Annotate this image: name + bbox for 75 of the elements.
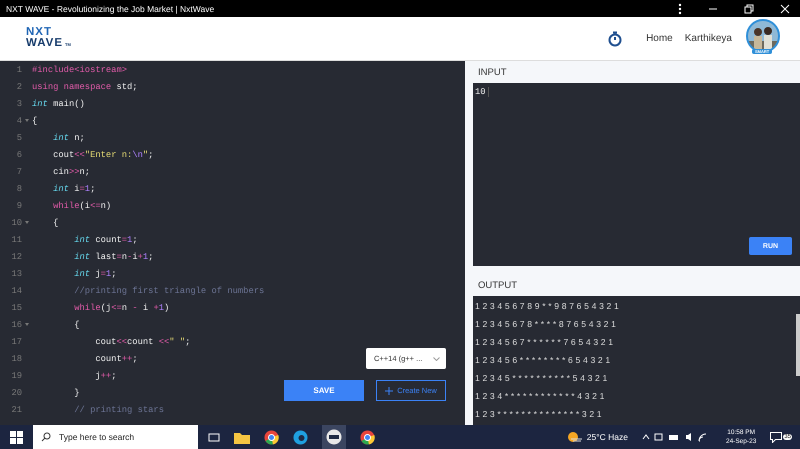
line-number: 19: [10, 370, 22, 380]
browser-icon[interactable]: [360, 430, 375, 444]
output-line: 1 2 3 4 5 6 7 8 9 * * 9 8 7 6 5 4 3 2 1: [475, 300, 620, 313]
code-line: while(i<=n): [52, 200, 112, 210]
code-line: cin>>n;: [52, 166, 90, 176]
line-number: 5: [16, 132, 22, 142]
code-line: {: [52, 218, 58, 228]
code-line: int main(): [32, 98, 85, 108]
output-line: 1 2 3 4 * * * * * * * * * * * * 4 3 2 1: [475, 390, 606, 403]
line-number: 20: [10, 388, 22, 398]
code-line: cout<<"Enter n:\n";: [52, 150, 154, 160]
code-line: j++;: [94, 370, 116, 380]
line-number: 21: [10, 404, 22, 414]
line-number: 18: [10, 354, 22, 364]
line-number: 15: [10, 302, 22, 312]
line-number: 12: [10, 252, 22, 262]
task-view-icon[interactable]: [208, 432, 220, 442]
code-line: #include<iostream>: [32, 64, 128, 74]
line-number: 1: [16, 64, 22, 74]
output-line: 1 2 3 4 5 6 * * * * * * * * 6 5 4 3 2 1: [475, 354, 612, 367]
search-icon: [41, 432, 51, 442]
code-line: }: [73, 388, 80, 398]
line-number: 13: [10, 268, 22, 278]
line-number: 11: [10, 234, 22, 244]
window-title: NXT WAVE - Revolutionizing the Job Market | NxtWave: [6, 4, 214, 14]
line-number: 6: [16, 150, 22, 160]
code-line: int j=1;: [73, 268, 116, 278]
line-number: 8: [16, 184, 22, 194]
code-line: {: [73, 320, 80, 330]
code-line: while(j<=n - i +1): [73, 302, 170, 312]
restore-icon[interactable]: [744, 4, 754, 14]
nav-link[interactable]: Karthikeya: [684, 33, 732, 44]
panel-title: INPUT: [478, 67, 508, 78]
browser-icon[interactable]: [264, 430, 279, 444]
fold-icon[interactable]: [25, 221, 29, 224]
line-number: 9: [16, 200, 22, 210]
output-line: 1 2 3 * * * * * * * * * * * * * * 3 2 1: [475, 408, 603, 421]
stopwatch-icon[interactable]: [608, 30, 622, 46]
panel-title: OUTPUT: [478, 280, 518, 291]
app-icon[interactable]: [326, 429, 342, 445]
search-field[interactable]: Type here to search: [33, 425, 198, 449]
output-line: 1 2 3 4 5 * * * * * * * * * * 5 4 3 2 1: [475, 372, 608, 385]
weather-icon[interactable]: [566, 431, 583, 443]
line-number: 7: [16, 166, 22, 176]
chevron-down-icon: [433, 356, 440, 360]
line-number: 3: [16, 98, 22, 108]
output-line: 1 2 3 4 5 6 7 8 * * * * 8 7 6 5 4 3 2 1: [475, 318, 618, 331]
line-number: 2: [16, 82, 22, 92]
line-number: 17: [10, 336, 22, 346]
more-icon[interactable]: [678, 2, 682, 14]
folder-icon[interactable]: [234, 430, 250, 444]
close-icon[interactable]: [780, 4, 790, 14]
output-line: 1 2 3 4 5 6 7 * * * * * * 7 6 5 4 3 2 1: [475, 336, 614, 349]
line-number: 10: [10, 218, 22, 228]
fold-icon[interactable]: [25, 119, 29, 122]
code-line: int i=1;: [52, 184, 96, 194]
code-line: {: [32, 116, 38, 126]
line-number: 16: [10, 320, 22, 330]
fold-icon[interactable]: [25, 323, 29, 326]
code-line: //printing first triangle of numbers: [73, 286, 264, 296]
line-number: 14: [10, 286, 22, 296]
save-button[interactable]: SAVE: [284, 380, 364, 401]
code-line: using namespace std;: [32, 82, 138, 92]
code-line: // printing stars: [73, 404, 164, 414]
code-line: count++;: [94, 354, 138, 364]
code-line: int n;: [52, 132, 85, 142]
plus-icon: [385, 386, 394, 394]
windows-start-icon[interactable]: [10, 430, 23, 444]
message-icon: [770, 432, 782, 442]
code-line: int count=1;: [73, 234, 138, 244]
weather-text[interactable]: 25°C Haze: [586, 432, 628, 442]
nav-link[interactable]: Home: [646, 33, 673, 44]
line-number: 4: [16, 116, 22, 126]
code-line: int last=n-i+1;: [73, 252, 154, 262]
code-line: cout<<count <<" ";: [94, 336, 190, 346]
